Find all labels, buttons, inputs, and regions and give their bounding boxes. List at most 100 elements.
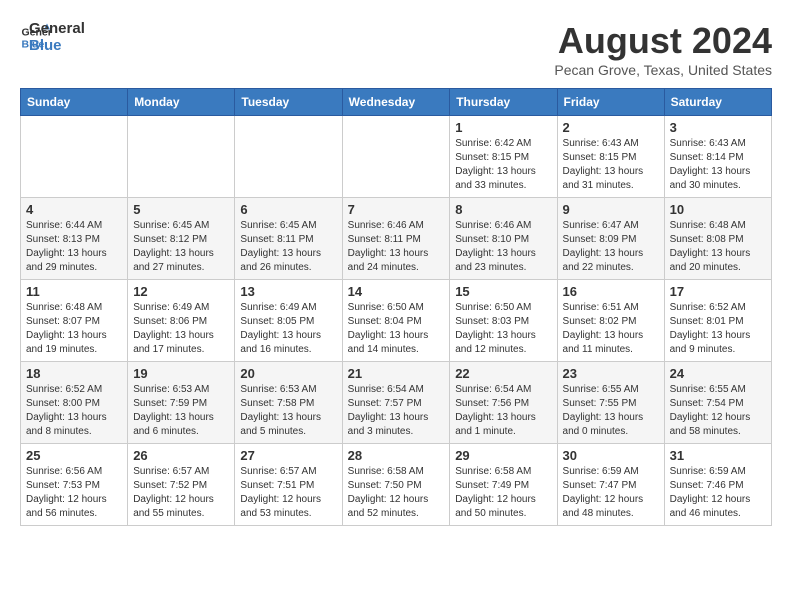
calendar-cell: 25Sunrise: 6:56 AM Sunset: 7:53 PM Dayli… [21, 444, 128, 526]
day-info: Sunrise: 6:57 AM Sunset: 7:52 PM Dayligh… [133, 465, 229, 521]
calendar-cell: 26 Sunrise: 6:57 AM Sunset: 7:52 PM Dayli… [128, 444, 235, 526]
calendar-cell: 8Sunrise: 6:46 AM Sunset: 8:10 PM Daylig… [450, 198, 557, 280]
calendar-cell: 28Sunrise: 6:58 AM Sunset: 7:50 PM Dayli… [342, 444, 450, 526]
day-number: 23 [563, 366, 659, 381]
day-info: Sunrise: 6:57 AM Sunset: 7:51 PM Dayligh… [240, 465, 336, 521]
calendar-cell: 23 Sunrise: 6:55 AM Sunset: 7:55 PM Dayli… [557, 362, 664, 444]
day-number: 14 [348, 284, 445, 299]
day-info: Sunrise: 6:50 AM Sunset: 8:03 PM Dayligh… [455, 301, 551, 357]
day-info: Sunrise: 6:43 AM Sunset: 8:15 PM Dayligh… [563, 137, 659, 193]
calendar-cell: 19 Sunrise: 6:53 AM Sunset: 7:59 PM Dayli… [128, 362, 235, 444]
calendar-cell: 1 Sunrise: 6:42 AM Sunset: 8:15 PM Daylig… [450, 116, 557, 198]
day-info: Sunrise: 6:58 AM Sunset: 7:50 PM Dayligh… [348, 465, 445, 521]
day-number: 2 [563, 120, 659, 135]
calendar-week-row: 4Sunrise: 6:44 AM Sunset: 8:13 PM Daylig… [21, 198, 772, 280]
calendar-week-row: 1 Sunrise: 6:42 AM Sunset: 8:15 PM Daylig… [21, 116, 772, 198]
day-number: 31 [670, 448, 766, 463]
day-number: 20 [240, 366, 336, 381]
day-info: Sunrise: 6:48 AM Sunset: 8:07 PM Dayligh… [26, 301, 122, 357]
day-number: 26 [133, 448, 229, 463]
weekday-header: Monday [128, 89, 235, 116]
day-number: 17 [670, 284, 766, 299]
day-number: 10 [670, 202, 766, 217]
day-number: 3 [670, 120, 766, 135]
day-number: 13 [240, 284, 336, 299]
day-info: Sunrise: 6:51 AM Sunset: 8:02 PM Dayligh… [563, 301, 659, 357]
day-info: Sunrise: 6:46 AM Sunset: 8:10 PM Dayligh… [455, 219, 551, 275]
calendar-cell: 15 Sunrise: 6:50 AM Sunset: 8:03 PM Dayli… [450, 280, 557, 362]
calendar-cell: 16 Sunrise: 6:51 AM Sunset: 8:02 PM Dayli… [557, 280, 664, 362]
day-number: 4 [26, 202, 122, 217]
day-number: 19 [133, 366, 229, 381]
calendar-cell [128, 116, 235, 198]
day-number: 15 [455, 284, 551, 299]
calendar-cell: 11 Sunrise: 6:48 AM Sunset: 8:07 PM Dayli… [21, 280, 128, 362]
calendar-cell [235, 116, 342, 198]
calendar-cell: 10 Sunrise: 6:48 AM Sunset: 8:08 PM Dayli… [664, 198, 771, 280]
calendar-cell [342, 116, 450, 198]
day-info: Sunrise: 6:43 AM Sunset: 8:14 PM Dayligh… [670, 137, 766, 193]
day-info: Sunrise: 6:53 AM Sunset: 7:58 PM Dayligh… [240, 383, 336, 439]
calendar-week-row: 18 Sunrise: 6:52 AM Sunset: 8:00 PM Dayli… [21, 362, 772, 444]
day-info: Sunrise: 6:49 AM Sunset: 8:05 PM Dayligh… [240, 301, 336, 357]
day-number: 30 [563, 448, 659, 463]
weekday-header: Tuesday [235, 89, 342, 116]
calendar-week-row: 25Sunrise: 6:56 AM Sunset: 7:53 PM Dayli… [21, 444, 772, 526]
day-info: Sunrise: 6:52 AM Sunset: 8:01 PM Dayligh… [670, 301, 766, 357]
day-number: 18 [26, 366, 122, 381]
day-info: Sunrise: 6:49 AM Sunset: 8:06 PM Dayligh… [133, 301, 229, 357]
location: Pecan Grove, Texas, United States [554, 62, 772, 78]
day-info: Sunrise: 6:53 AM Sunset: 7:59 PM Dayligh… [133, 383, 229, 439]
calendar-cell: 22 Sunrise: 6:54 AM Sunset: 7:56 PM Dayli… [450, 362, 557, 444]
logo-line2: Blue [29, 37, 85, 54]
day-number: 22 [455, 366, 551, 381]
day-info: Sunrise: 6:59 AM Sunset: 7:46 PM Dayligh… [670, 465, 766, 521]
weekday-header: Sunday [21, 89, 128, 116]
day-info: Sunrise: 6:54 AM Sunset: 7:57 PM Dayligh… [348, 383, 445, 439]
day-info: Sunrise: 6:45 AM Sunset: 8:12 PM Dayligh… [133, 219, 229, 275]
day-info: Sunrise: 6:55 AM Sunset: 7:55 PM Dayligh… [563, 383, 659, 439]
day-info: Sunrise: 6:58 AM Sunset: 7:49 PM Dayligh… [455, 465, 551, 521]
day-info: Sunrise: 6:50 AM Sunset: 8:04 PM Dayligh… [348, 301, 445, 357]
day-number: 6 [240, 202, 336, 217]
day-number: 29 [455, 448, 551, 463]
day-number: 9 [563, 202, 659, 217]
calendar-cell: 20 Sunrise: 6:53 AM Sunset: 7:58 PM Dayli… [235, 362, 342, 444]
calendar-cell: 5 Sunrise: 6:45 AM Sunset: 8:12 PM Daylig… [128, 198, 235, 280]
calendar-cell: 31 Sunrise: 6:59 AM Sunset: 7:46 PM Dayli… [664, 444, 771, 526]
calendar-cell: 24 Sunrise: 6:55 AM Sunset: 7:54 PM Dayli… [664, 362, 771, 444]
calendar-week-row: 11 Sunrise: 6:48 AM Sunset: 8:07 PM Dayli… [21, 280, 772, 362]
calendar-cell: 17 Sunrise: 6:52 AM Sunset: 8:01 PM Dayli… [664, 280, 771, 362]
day-number: 1 [455, 120, 551, 135]
calendar-cell: 6Sunrise: 6:45 AM Sunset: 8:11 PM Daylig… [235, 198, 342, 280]
logo: General Blue General Blue [20, 20, 85, 54]
calendar-cell: 7Sunrise: 6:46 AM Sunset: 8:11 PM Daylig… [342, 198, 450, 280]
calendar-header-row: SundayMondayTuesdayWednesdayThursdayFrid… [21, 89, 772, 116]
day-number: 16 [563, 284, 659, 299]
day-info: Sunrise: 6:52 AM Sunset: 8:00 PM Dayligh… [26, 383, 122, 439]
calendar-cell: 29 Sunrise: 6:58 AM Sunset: 7:49 PM Dayli… [450, 444, 557, 526]
calendar-cell: 2 Sunrise: 6:43 AM Sunset: 8:15 PM Daylig… [557, 116, 664, 198]
header: General Blue General Blue August 2024 Pe… [20, 20, 772, 78]
calendar-cell: 3 Sunrise: 6:43 AM Sunset: 8:14 PM Daylig… [664, 116, 771, 198]
weekday-header: Thursday [450, 89, 557, 116]
day-info: Sunrise: 6:42 AM Sunset: 8:15 PM Dayligh… [455, 137, 551, 193]
weekday-header: Saturday [664, 89, 771, 116]
day-info: Sunrise: 6:55 AM Sunset: 7:54 PM Dayligh… [670, 383, 766, 439]
title-section: August 2024 Pecan Grove, Texas, United S… [554, 20, 772, 78]
month-year: August 2024 [554, 20, 772, 62]
calendar-table: SundayMondayTuesdayWednesdayThursdayFrid… [20, 88, 772, 526]
day-number: 24 [670, 366, 766, 381]
day-number: 21 [348, 366, 445, 381]
day-number: 11 [26, 284, 122, 299]
logo-line1: General [29, 20, 85, 37]
day-info: Sunrise: 6:59 AM Sunset: 7:47 PM Dayligh… [563, 465, 659, 521]
calendar-cell: 4Sunrise: 6:44 AM Sunset: 8:13 PM Daylig… [21, 198, 128, 280]
calendar-cell [21, 116, 128, 198]
calendar-cell: 18 Sunrise: 6:52 AM Sunset: 8:00 PM Dayli… [21, 362, 128, 444]
day-info: Sunrise: 6:54 AM Sunset: 7:56 PM Dayligh… [455, 383, 551, 439]
day-number: 27 [240, 448, 336, 463]
day-info: Sunrise: 6:48 AM Sunset: 8:08 PM Dayligh… [670, 219, 766, 275]
calendar-cell: 13 Sunrise: 6:49 AM Sunset: 8:05 PM Dayli… [235, 280, 342, 362]
day-number: 5 [133, 202, 229, 217]
